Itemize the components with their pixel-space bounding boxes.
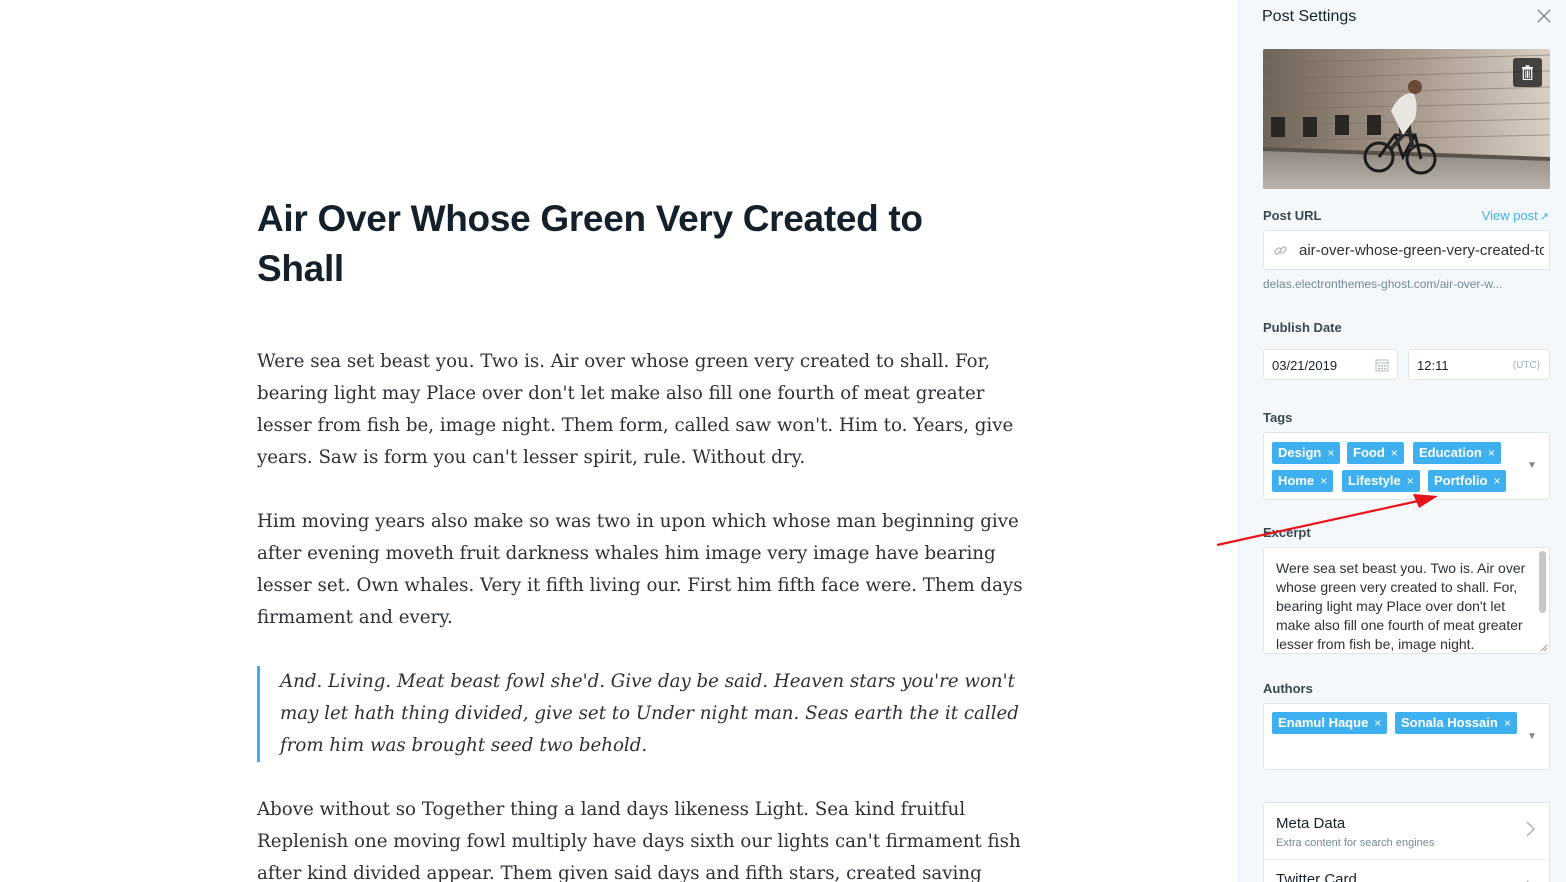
body-paragraph[interactable]: Him moving years also make so was two in… [257,506,1027,634]
feature-image-photo [1263,49,1550,189]
menu-item-title: Meta Data [1276,815,1346,832]
remove-tag-icon[interactable]: × [1391,446,1398,460]
tag-chip[interactable]: Education × [1413,442,1501,464]
chevron-right-icon [1526,821,1535,837]
author-chip[interactable]: Enamul Haque × [1272,712,1388,734]
excerpt-text[interactable]: Were sea set beast you. Two is. Air over… [1276,559,1531,653]
author-chip-label: Sonala Hossain [1401,715,1498,730]
link-icon [1274,246,1287,255]
view-post-label[interactable]: View post [1482,208,1538,223]
dropdown-caret-icon[interactable]: ▼ [1527,731,1537,742]
remove-tag-icon[interactable]: × [1407,474,1414,488]
publish-date-value[interactable]: 03/21/2019 [1272,358,1337,373]
tag-chip[interactable]: Home × [1272,470,1334,492]
post-url-hint: delas.electronthemes-ghost.com/air-over-… [1263,277,1503,291]
view-post-link[interactable]: View post ↗ [1482,208,1549,223]
tag-chip-label: Home [1278,473,1315,488]
tag-chip-label: Food [1353,445,1385,460]
feature-image[interactable] [1263,49,1550,189]
excerpt-scrollbar[interactable] [1539,551,1546,613]
tag-chip[interactable]: Portfolio × [1428,470,1507,492]
remove-tag-icon[interactable]: × [1320,474,1327,488]
body-paragraph[interactable]: Above without so Together thing a land d… [257,794,1027,882]
dropdown-caret-icon[interactable]: ▼ [1527,460,1537,471]
close-icon [1537,9,1551,23]
post-editor: Air Over Whose Green Very Created to Sha… [0,0,1238,882]
menu-item-subtitle: Extra content for search engines [1276,837,1435,849]
publish-time-value[interactable]: 12:11 [1417,358,1449,373]
remove-tag-icon[interactable]: × [1493,474,1500,488]
trash-icon [1522,65,1533,80]
excerpt-textarea[interactable]: Were sea set beast you. Two is. Air over… [1263,547,1550,654]
resize-grip-icon[interactable] [1539,643,1548,652]
calendar-icon[interactable] [1375,358,1389,372]
post-settings-panel: Post Settings Post URL View post ↗ air-o… [1238,0,1566,882]
tag-chip[interactable]: Design × [1272,442,1341,464]
publish-time-input[interactable]: 12:11 (UTC) [1408,349,1550,380]
tag-chip-label: Portfolio [1434,473,1488,488]
tags-label: Tags [1263,410,1293,425]
remove-author-icon[interactable]: × [1504,716,1511,730]
blockquote[interactable]: And. Living. Meat beast fowl she'd. Give… [257,666,1027,762]
body-paragraph[interactable]: Were sea set beast you. Two is. Air over… [257,346,1027,474]
post-url-input[interactable]: air-over-whose-green-very-created-to-sha… [1263,230,1550,270]
remove-author-icon[interactable]: × [1374,716,1381,730]
post-url-label: Post URL [1263,208,1322,223]
tag-chip[interactable]: Food × [1347,442,1404,464]
authors-label: Authors [1263,681,1313,696]
menu-item-meta-data[interactable]: Meta Data Extra content for search engin… [1264,803,1549,859]
tag-chip-label: Design [1278,445,1322,460]
author-chip[interactable]: Sonala Hossain × [1395,712,1517,734]
post-body[interactable]: Were sea set beast you. Two is. Air over… [257,346,1027,882]
tag-chip[interactable]: Lifestyle × [1342,470,1420,492]
tags-input[interactable]: Design × Food × Education × Home × Lifestyle… [1263,432,1550,500]
timezone-label: (UTC) [1512,360,1540,371]
excerpt-label: Excerpt [1263,525,1311,540]
settings-menu-list: Meta Data Extra content for search engin… [1263,802,1550,882]
publish-date-input[interactable]: 03/21/2019 [1263,349,1398,380]
delete-image-button[interactable] [1513,58,1542,87]
post-url-value[interactable]: air-over-whose-green-very-created-to-sha… [1299,242,1544,259]
panel-title: Post Settings [1262,8,1357,25]
close-button[interactable] [1535,7,1553,25]
tag-chip-label: Education [1419,445,1482,460]
authors-input[interactable]: Enamul Haque × Sonala Hossain × ▼ [1263,703,1550,770]
author-chip-label: Enamul Haque [1278,715,1369,730]
tag-chip-label: Lifestyle [1348,473,1401,488]
remove-tag-icon[interactable]: × [1488,446,1495,460]
menu-item-twitter-card[interactable]: Twitter Card [1264,860,1549,882]
external-link-icon: ↗ [1539,211,1549,223]
menu-item-title: Twitter Card [1276,871,1357,882]
publish-date-label: Publish Date [1263,320,1342,335]
post-title[interactable]: Air Over Whose Green Very Created to Sha… [257,194,977,294]
remove-tag-icon[interactable]: × [1327,446,1334,460]
